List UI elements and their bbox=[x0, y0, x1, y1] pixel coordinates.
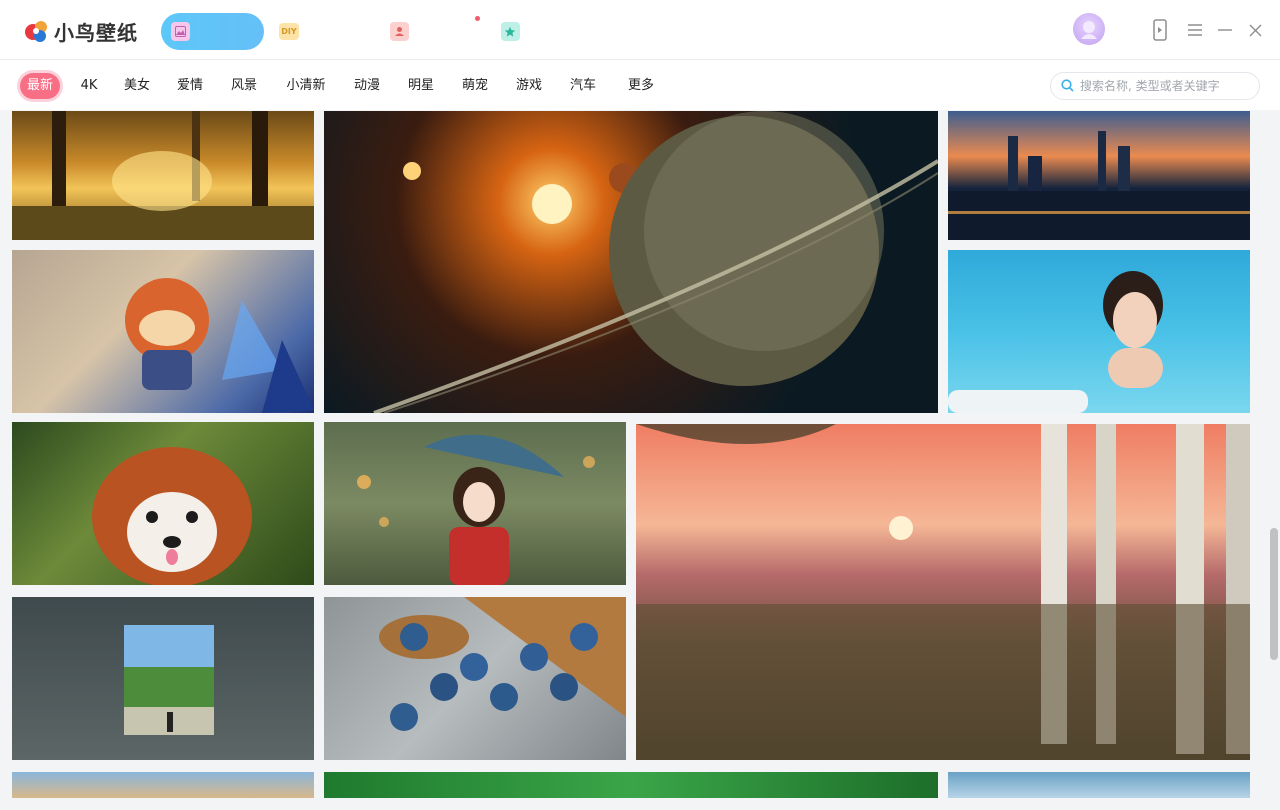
category-love[interactable]: 爱情 bbox=[174, 73, 206, 99]
image-icon bbox=[171, 22, 190, 41]
nav-tab-wallpaper[interactable] bbox=[161, 13, 264, 50]
category-beauty[interactable]: 美女 bbox=[121, 73, 153, 99]
wallpaper-tile-red-panda[interactable] bbox=[12, 422, 314, 585]
app-logo: 小鸟壁纸 bbox=[24, 17, 138, 45]
user-icon bbox=[389, 22, 409, 41]
category-celebrity[interactable]: 明星 bbox=[405, 73, 437, 99]
wallpaper-tile-autumn-forest[interactable] bbox=[12, 111, 314, 240]
scrollbar-thumb[interactable] bbox=[1270, 528, 1278, 660]
phone-icon[interactable] bbox=[1148, 18, 1172, 42]
notification-dot bbox=[475, 16, 480, 21]
nav-tab-favorites[interactable] bbox=[500, 13, 520, 50]
category-scenery[interactable]: 风景 bbox=[228, 73, 260, 99]
category-games[interactable]: 游戏 bbox=[513, 73, 545, 99]
nav-tab-diy[interactable]: DIY bbox=[278, 13, 300, 50]
wallpaper-tile-game-character[interactable] bbox=[12, 250, 314, 413]
search-icon bbox=[1061, 77, 1074, 96]
wallpaper-tile-space-planet[interactable] bbox=[324, 111, 938, 413]
category-anime[interactable]: 动漫 bbox=[351, 73, 383, 99]
search-input[interactable] bbox=[1080, 79, 1255, 93]
wallpaper-tile-swimming-girl[interactable] bbox=[948, 250, 1250, 413]
nav-tab-profile[interactable] bbox=[389, 13, 409, 50]
wallpaper-tile-city-skyline[interactable] bbox=[948, 111, 1250, 240]
menu-icon[interactable] bbox=[1183, 18, 1207, 42]
app-window: 小鸟壁纸 DIY 最新 4K 美女 爱情 风景 小清新 动漫 明星 萌宠 游戏 … bbox=[0, 0, 1280, 810]
category-latest[interactable]: 最新 bbox=[20, 73, 60, 99]
bird-logo-icon bbox=[24, 18, 50, 44]
wallpaper-tile-sky[interactable] bbox=[948, 772, 1250, 798]
wallpaper-tile-sunset-birch[interactable] bbox=[636, 424, 1250, 760]
category-more[interactable]: 更多 bbox=[625, 73, 657, 99]
category-fresh[interactable]: 小清新 bbox=[284, 73, 328, 99]
search-box[interactable] bbox=[1050, 72, 1260, 100]
wallpaper-tile-fern[interactable] bbox=[324, 772, 938, 798]
scrollbar-track[interactable] bbox=[1268, 112, 1280, 802]
category-cars[interactable]: 汽车 bbox=[567, 73, 599, 99]
star-icon bbox=[500, 22, 520, 41]
minimize-icon[interactable] bbox=[1213, 18, 1237, 42]
wallpaper-tile-castle[interactable] bbox=[12, 772, 314, 798]
wallpaper-tile-tunnel-landscape[interactable] bbox=[12, 597, 314, 760]
category-4k[interactable]: 4K bbox=[76, 73, 102, 99]
user-avatar[interactable] bbox=[1073, 13, 1105, 45]
diy-icon: DIY bbox=[279, 23, 299, 40]
category-pets[interactable]: 萌宠 bbox=[459, 73, 491, 99]
wallpaper-tile-blueberries[interactable] bbox=[324, 597, 626, 760]
title-bar: 小鸟壁纸 DIY bbox=[0, 0, 1280, 60]
app-title: 小鸟壁纸 bbox=[54, 20, 138, 45]
close-icon[interactable] bbox=[1243, 18, 1267, 42]
wallpaper-tile-anime-umbrella[interactable] bbox=[324, 422, 626, 585]
